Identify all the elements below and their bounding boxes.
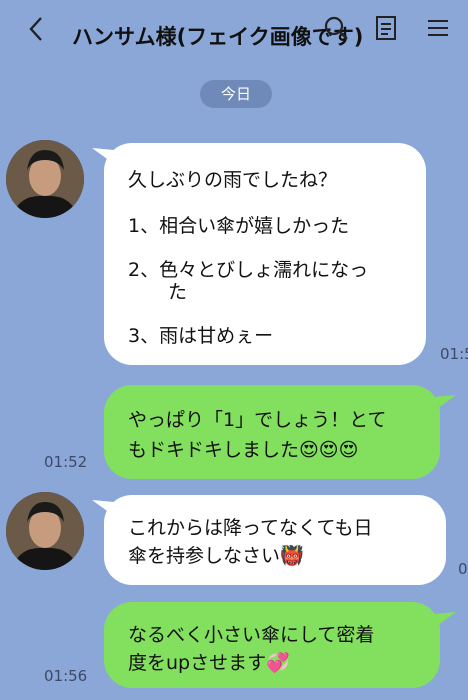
message-time: 01:52	[44, 453, 88, 471]
notes-icon[interactable]	[372, 14, 400, 42]
message-line: もドキドキしました😍😍😍	[128, 439, 359, 461]
message-line: 久しぶりの雨でしたね？	[128, 169, 338, 191]
search-icon[interactable]	[322, 14, 350, 42]
message-line: やっぱり「1」でしょう！とて	[128, 409, 387, 431]
message-bubble-received[interactable]: 久しぶりの雨でしたね？ 1、相合い傘が嬉しかった 2、色々とびしょ濡れになっ た…	[104, 143, 426, 365]
message-time: 01:56	[44, 667, 88, 685]
avatar[interactable]	[6, 492, 84, 570]
date-separator: 今日	[200, 80, 272, 108]
chat-header: ハンサム様(フェイク画像です)	[0, 0, 468, 70]
bubble-tail	[434, 610, 456, 632]
message-line: 2、色々とびしょ濡れになっ	[128, 259, 369, 281]
message-bubble-sent[interactable]: やっぱり「1」でしょう！とて もドキドキしました😍😍😍	[104, 385, 440, 479]
message-line: 3、雨は甘めぇー	[128, 325, 274, 347]
message-line: 1、相合い傘が嬉しかった	[128, 215, 350, 237]
message-line: 傘を持参しなさい👹	[128, 545, 304, 567]
message-bubble-sent[interactable]: なるべく小さい傘にして密着 度をupさせます💞	[104, 602, 440, 688]
avatar[interactable]	[6, 140, 84, 218]
message-line: なるべく小さい傘にして密着	[128, 624, 375, 646]
bubble-tail	[434, 393, 456, 415]
menu-icon[interactable]	[424, 14, 452, 42]
message-line: これからは降ってなくても日	[128, 517, 373, 539]
message-bubble-received[interactable]: これからは降ってなくても日 傘を持参しなさい👹	[104, 495, 446, 585]
message-line: た	[168, 281, 188, 303]
chevron-left-icon[interactable]	[22, 14, 52, 44]
message-time: 0	[458, 560, 468, 578]
message-line: 度をupさせます💞	[128, 652, 290, 674]
message-time: 01:5	[440, 345, 468, 363]
